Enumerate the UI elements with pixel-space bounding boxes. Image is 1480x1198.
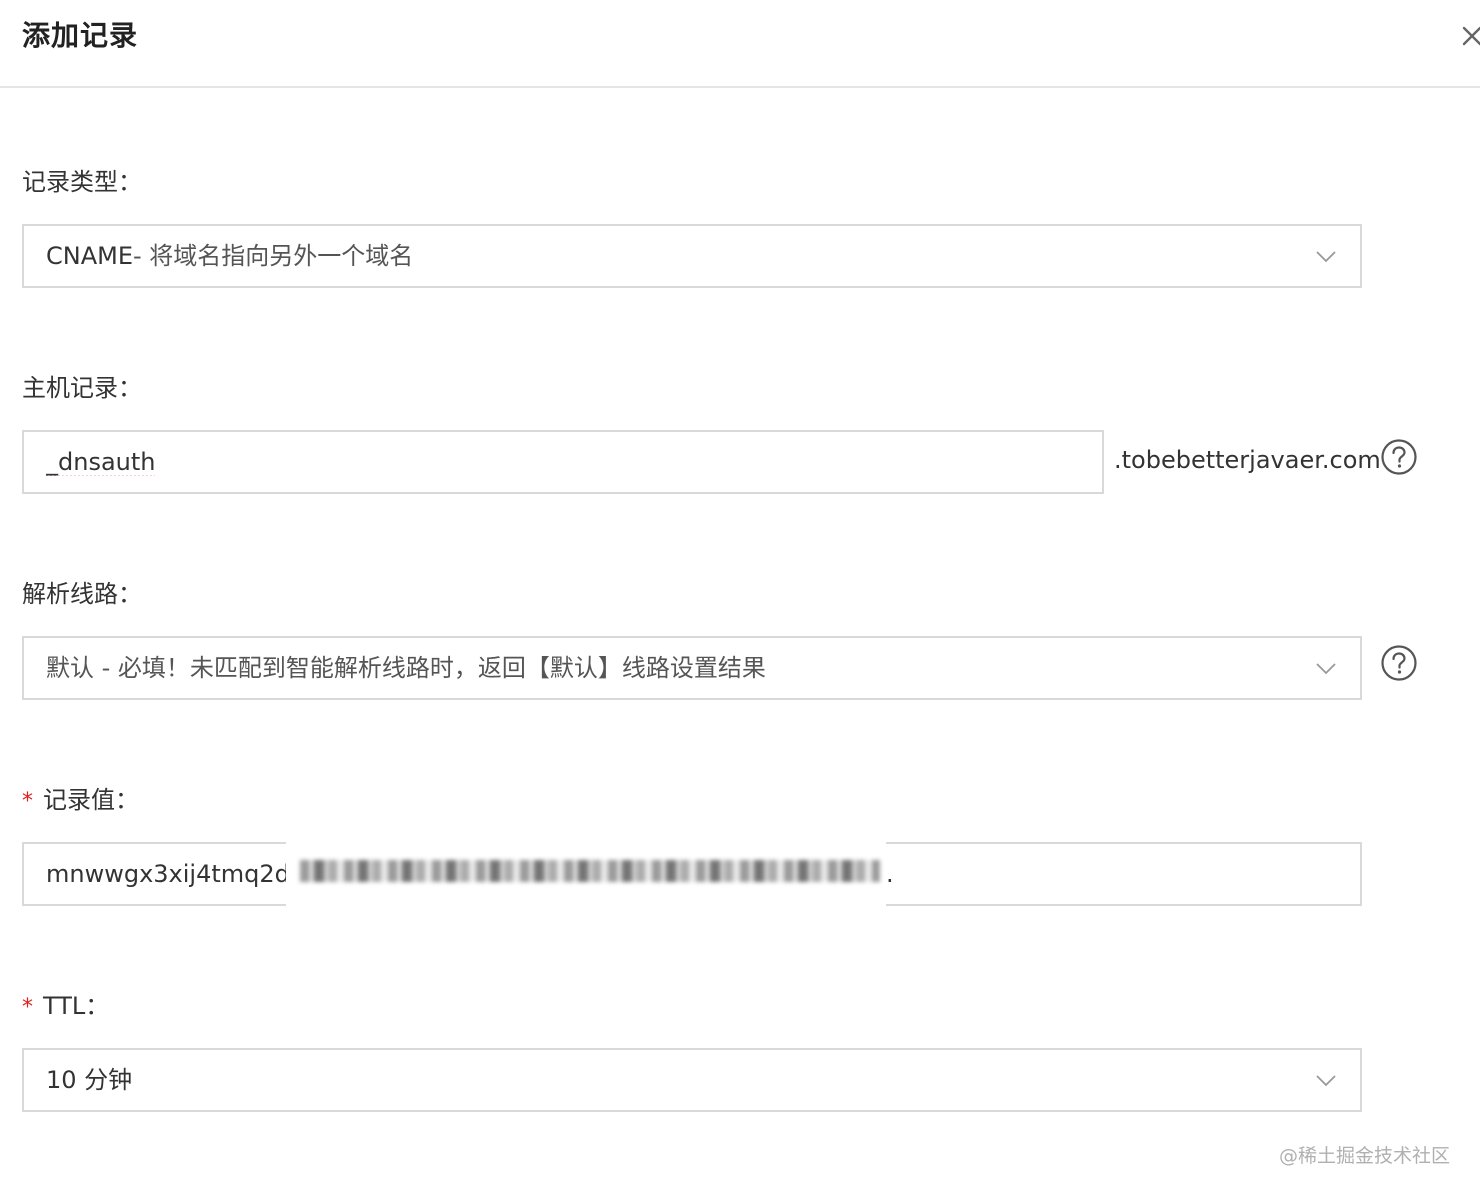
chevron-down-icon	[1316, 251, 1336, 263]
add-record-dialog: 添加记录 记录类型： CNAME- 将域名指向另外一个域名 主机记录： .tob…	[0, 0, 1480, 1198]
record-value-label-text: 记录值：	[43, 786, 139, 814]
resolution-line-select[interactable]: 默认 - 必填！未匹配到智能解析线路时，返回【默认】线路设置结果	[22, 636, 1362, 700]
host-record-label: 主机记录：	[22, 374, 142, 402]
ttl-label: * TTL：	[22, 986, 109, 1021]
resolution-line-value: 默认 - 必填！未匹配到智能解析线路时，返回【默认】线路设置结果	[46, 654, 766, 682]
required-mark: *	[22, 789, 33, 814]
record-type-select[interactable]: CNAME- 将域名指向另外一个域名	[22, 224, 1362, 288]
dialog-title: 添加记录	[22, 19, 139, 52]
close-icon[interactable]	[1458, 22, 1480, 50]
record-value-input[interactable]: mnwwgx3xij4tmq2dn .	[22, 838, 1362, 910]
host-record-input[interactable]	[22, 430, 1104, 494]
chevron-down-icon	[1316, 663, 1336, 675]
resolution-line-label: 解析线路：	[22, 580, 142, 608]
record-value-end: .	[886, 860, 894, 888]
record-type-value: CNAME- 将域名指向另外一个域名	[46, 226, 413, 286]
record-value-text: mnwwgx3xij4tmq2dn	[46, 860, 306, 888]
question-circle-icon[interactable]	[1380, 438, 1418, 476]
watermark: @稀土掘金技术社区	[1278, 1145, 1450, 1167]
domain-suffix: .tobebetterjavaer.com	[1114, 446, 1381, 474]
record-type-name: CNAME	[46, 242, 133, 270]
question-circle-icon[interactable]	[1380, 644, 1418, 682]
required-mark: *	[22, 995, 33, 1020]
dialog-header: 添加记录	[0, 0, 1480, 88]
redacted-blur	[300, 860, 880, 882]
record-type-description: - 将域名指向另外一个域名	[133, 242, 414, 270]
record-value-label: * 记录值：	[22, 780, 139, 815]
chevron-down-icon	[1316, 1075, 1336, 1087]
ttl-select[interactable]: 10 分钟	[22, 1048, 1362, 1112]
record-type-label: 记录类型：	[22, 168, 142, 196]
redacted-blur-patch	[286, 838, 886, 910]
ttl-value: 10 分钟	[46, 1066, 133, 1094]
ttl-label-text: TTL：	[43, 992, 110, 1020]
